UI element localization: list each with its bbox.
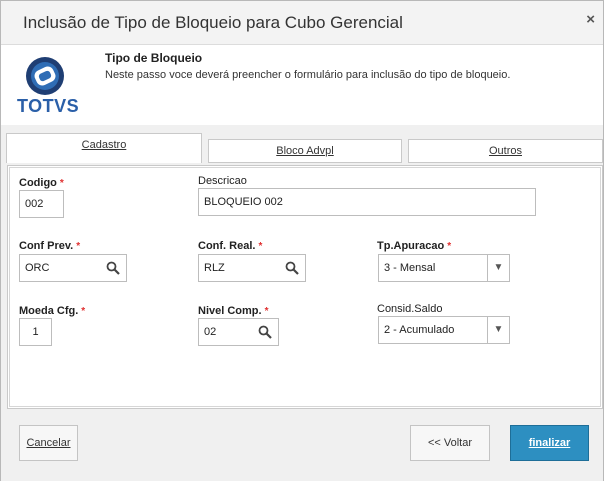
finish-label: finalizar [528, 437, 571, 449]
tp-apuracao-label-text: Tp.Apuracao [377, 240, 445, 252]
dialog: Inclusão de Tipo de Bloqueio para Cubo G… [0, 0, 604, 481]
moeda-cfg-value: 1 [32, 326, 39, 338]
conf-real-value: RLZ [204, 262, 225, 274]
tp-apuracao-select[interactable]: 3 - Mensal ▼ [378, 254, 510, 282]
conf-prev-label-text: Conf Prev. [19, 240, 74, 252]
back-label: << Voltar [427, 437, 473, 449]
nivel-comp-label-text: Nivel Comp. [198, 305, 262, 317]
required-marker: * [81, 306, 86, 317]
logo-text: TOTVS [17, 96, 80, 116]
back-button[interactable]: << Voltar [410, 425, 490, 461]
required-marker: * [264, 306, 269, 317]
chevron-down-icon[interactable]: ▼ [487, 317, 509, 343]
search-icon[interactable] [258, 325, 272, 339]
conf-prev-value: ORC [25, 262, 50, 274]
tab-label: Cadastro [81, 139, 127, 151]
header: TOTVS Tipo de Bloqueio Neste passo voce … [1, 46, 603, 124]
consid-saldo-label: Consid.Saldo [377, 303, 443, 315]
moeda-cfg-label: Moeda Cfg. * [19, 305, 85, 317]
tab-bloco-advpl[interactable]: Bloco Advpl [208, 139, 402, 163]
conf-real-label-text: Conf. Real. [198, 240, 256, 252]
chevron-down-icon[interactable]: ▼ [487, 255, 509, 281]
nivel-comp-field[interactable]: 02 [198, 318, 279, 346]
required-marker: * [447, 241, 452, 252]
descricao-value: BLOQUEIO 002 [204, 196, 283, 208]
codigo-label-text: Codigo [19, 177, 57, 189]
required-marker: * [76, 241, 81, 252]
codigo-label: Codigo * [19, 177, 64, 189]
tab-outros[interactable]: Outros [408, 139, 603, 163]
nivel-comp-value: 02 [204, 326, 217, 338]
conf-real-field[interactable]: RLZ [198, 254, 306, 282]
consid-saldo-value: 2 - Acumulado [384, 324, 455, 336]
descricao-field[interactable]: BLOQUEIO 002 [198, 188, 536, 216]
finish-button[interactable]: finalizar [510, 425, 589, 461]
tab-label: Outros [488, 145, 522, 157]
required-marker: * [258, 241, 263, 252]
conf-real-label: Conf. Real. * [198, 240, 262, 252]
tab-cadastro[interactable]: Cadastro [6, 133, 202, 163]
search-icon[interactable] [285, 261, 299, 275]
conf-prev-field[interactable]: ORC [19, 254, 127, 282]
search-icon[interactable] [106, 261, 120, 275]
moeda-cfg-field[interactable]: 1 [19, 318, 52, 346]
close-icon[interactable]: × [586, 11, 595, 28]
required-marker: * [59, 178, 64, 189]
nivel-comp-label: Nivel Comp. * [198, 305, 268, 317]
tp-apuracao-value: 3 - Mensal [384, 262, 436, 274]
cancel-label: Cancelar [26, 437, 71, 449]
window-title: Inclusão de Tipo de Bloqueio para Cubo G… [23, 13, 403, 32]
tabs-area: Cadastro Bloco Advpl Outros Codigo * 002 … [1, 125, 603, 411]
page-description: Neste passo voce deverá preencher o form… [105, 69, 511, 81]
page-title: Tipo de Bloqueio [105, 51, 203, 65]
consid-saldo-select[interactable]: 2 - Acumulado ▼ [378, 316, 510, 344]
title-bar: Inclusão de Tipo de Bloqueio para Cubo G… [1, 1, 603, 45]
totvs-logo: TOTVS [17, 56, 79, 118]
tab-label: Bloco Advpl [276, 145, 334, 157]
descricao-label: Descricao [198, 175, 247, 187]
conf-prev-label: Conf Prev. * [19, 240, 80, 252]
form-panel: Codigo * 002 Descricao BLOQUEIO 002 Conf … [7, 165, 603, 409]
footer: Cancelar << Voltar finalizar [1, 411, 603, 481]
moeda-cfg-label-text: Moeda Cfg. [19, 305, 79, 317]
codigo-field[interactable]: 002 [19, 190, 64, 218]
tp-apuracao-label: Tp.Apuracao * [377, 240, 451, 252]
cancel-button[interactable]: Cancelar [19, 425, 78, 461]
codigo-value: 002 [25, 198, 44, 210]
